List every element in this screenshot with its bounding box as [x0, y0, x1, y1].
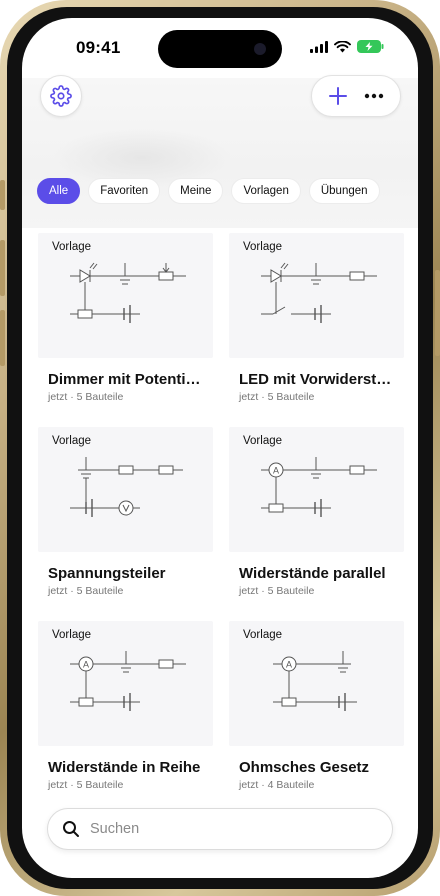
- card-meta: jetzt · 5 Bauteile: [48, 391, 213, 403]
- chip-vorlagen[interactable]: Vorlagen: [231, 178, 301, 204]
- meta-separator: ·: [70, 391, 74, 403]
- circuit-diagram-icon: A: [273, 651, 357, 711]
- ellipsis-icon: [364, 93, 384, 99]
- card-meta: jetzt · 4 Bauteile: [239, 779, 404, 791]
- circuit-card[interactable]: Vorlage A Ohmsches Gesetz jetzt · 4 Baut…: [229, 621, 404, 791]
- battery-icon: [357, 40, 384, 53]
- card-parts: 5 Bauteile: [267, 585, 315, 597]
- screen: 09:41 Alle Favoriten Meine Vorlagen Übun…: [22, 18, 418, 878]
- more-button[interactable]: [364, 93, 384, 99]
- side-button-volume-up: [0, 240, 5, 296]
- meta-separator: ·: [70, 779, 74, 791]
- card-parts: 5 Bauteile: [76, 779, 124, 791]
- circuit-card[interactable]: Vorlage Dimmer mit Potentiometer jetzt ·…: [38, 233, 213, 403]
- gear-icon: [50, 85, 72, 107]
- card-time: jetzt: [48, 585, 68, 597]
- circuit-card[interactable]: Vorlage A Widerstände in Reihe jetzt · 5…: [38, 621, 213, 791]
- search-input[interactable]: [90, 821, 370, 837]
- side-button-power: [435, 270, 440, 356]
- card-meta: jetzt · 5 Bauteile: [48, 585, 213, 597]
- card-parts: 5 Bauteile: [267, 391, 315, 403]
- card-parts: 4 Bauteile: [267, 779, 315, 791]
- plus-icon: [329, 87, 347, 105]
- card-meta: jetzt · 5 Bauteile: [239, 585, 404, 597]
- circuit-thumbnail: Vorlage: [38, 427, 213, 552]
- add-button[interactable]: [328, 86, 348, 106]
- card-meta: jetzt · 5 Bauteile: [239, 391, 404, 403]
- card-time: jetzt: [239, 585, 259, 597]
- chip-favoriten[interactable]: Favoriten: [88, 178, 161, 204]
- card-parts: 5 Bauteile: [76, 391, 124, 403]
- card-title: Widerstände parallel: [239, 565, 386, 582]
- search-icon: [63, 821, 79, 837]
- circuit-card[interactable]: Vorlage A Widerstände parallel jetzt · 5…: [229, 427, 404, 597]
- actions-pill: [311, 75, 401, 117]
- circuit-thumbnail: Vorlage: [38, 233, 213, 358]
- card-time: jetzt: [48, 779, 68, 791]
- card-title: LED mit Vorwiderstand: [239, 371, 399, 388]
- circuit-card[interactable]: Vorlage LED mit Vorwiderstand jetzt · 5 …: [229, 233, 404, 403]
- card-time: jetzt: [239, 779, 259, 791]
- meta-separator: ·: [70, 585, 74, 597]
- dynamic-island: [158, 30, 282, 68]
- svg-text:A: A: [83, 660, 89, 670]
- circuit-diagram-icon: A: [261, 457, 377, 517]
- svg-text:A: A: [286, 660, 292, 670]
- wifi-icon: [334, 40, 351, 52]
- circuit-card[interactable]: Vorlage Spannungsteiler jetzt · 5 Bautei…: [38, 427, 213, 597]
- status-time: 09:41: [76, 38, 121, 57]
- circuit-thumbnail: Vorlage A: [229, 621, 404, 746]
- card-time: jetzt: [48, 391, 68, 403]
- meta-separator: ·: [261, 585, 265, 597]
- card-title: Spannungsteiler: [48, 565, 166, 582]
- status-icons: [310, 40, 384, 53]
- circuit-diagram-icon: A: [70, 651, 186, 711]
- circuit-diagram-icon: [70, 262, 186, 323]
- chip-uebungen[interactable]: Übungen: [308, 178, 380, 204]
- card-title: Dimmer mit Potentiometer: [48, 371, 208, 388]
- circuit-thumbnail: Vorlage A: [38, 621, 213, 746]
- side-button-volume-down: [0, 310, 5, 366]
- filter-chips: Alle Favoriten Meine Vorlagen Übungen: [37, 178, 380, 204]
- circuit-thumbnail: Vorlage: [229, 233, 404, 358]
- meta-separator: ·: [261, 391, 265, 403]
- card-time: jetzt: [239, 391, 259, 403]
- card-title: Ohmsches Gesetz: [239, 759, 370, 776]
- meta-separator: ·: [261, 779, 265, 791]
- card-title: Widerstände in Reihe: [48, 759, 201, 776]
- circuit-diagram-icon: [261, 262, 377, 323]
- chip-alle[interactable]: Alle: [37, 178, 81, 204]
- side-button-mute: [0, 180, 5, 210]
- settings-button[interactable]: [40, 75, 82, 117]
- card-parts: 5 Bauteile: [76, 585, 124, 597]
- camera-icon: [254, 43, 266, 55]
- card-meta: jetzt · 5 Bauteile: [48, 779, 213, 791]
- signal-icon: [310, 40, 328, 53]
- svg-text:A: A: [273, 466, 279, 476]
- circuit-thumbnail: Vorlage A: [229, 427, 404, 552]
- chip-meine[interactable]: Meine: [168, 178, 224, 204]
- status-bar: 09:41: [22, 18, 418, 78]
- circuit-diagram-icon: [70, 457, 183, 517]
- search-bar[interactable]: [47, 808, 393, 850]
